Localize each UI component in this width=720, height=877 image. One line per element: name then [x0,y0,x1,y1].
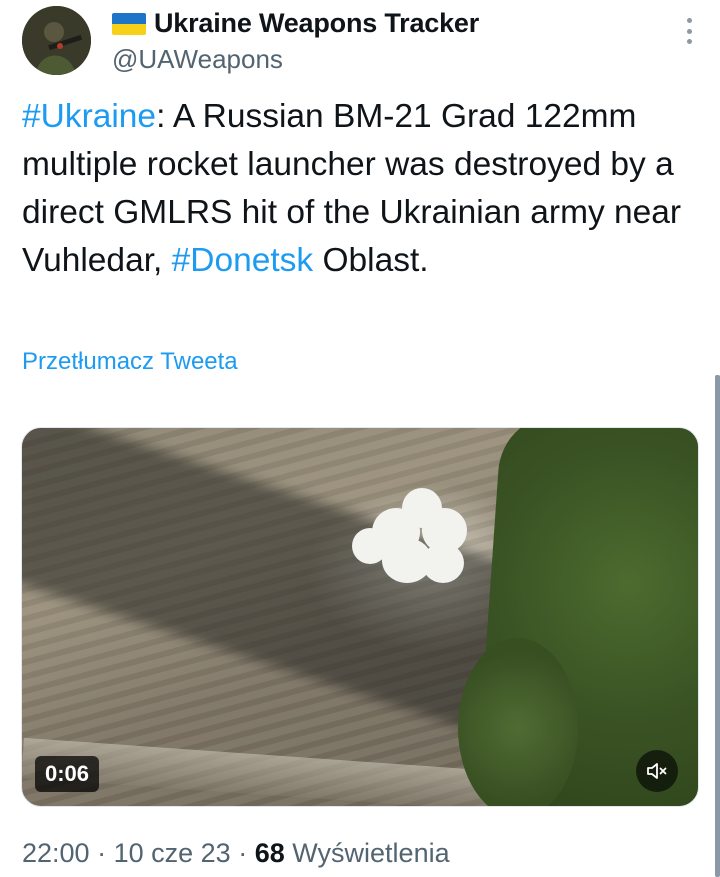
hashtag-donetsk[interactable]: #Donetsk [172,242,314,279]
video-frame-trees [458,638,578,806]
author-handle[interactable]: @UAWeapons [112,44,283,75]
video-duration-badge: 0:06 [35,756,100,792]
meta-separator: · [97,838,107,868]
views-count[interactable]: 68 [255,838,285,868]
explosion-smoke [352,488,472,598]
mute-button[interactable] [636,750,678,792]
tweet-metadata: 22:00 · 10 cze 23 · 68 Wyświetlenia [22,838,450,869]
ukraine-flag-icon [112,12,146,35]
avatar-image [22,6,91,75]
tweet-date[interactable]: 10 cze 23 [114,838,231,868]
views-label[interactable]: Wyświetlenia [292,838,449,868]
author-name-row[interactable]: Ukraine Weapons Tracker [112,8,479,39]
tweet-text-segment: Oblast. [313,242,429,279]
tweet-text: #Ukraine: A Russian BM-21 Grad 122mm mul… [22,93,682,285]
meta-separator: · [238,838,248,868]
author-avatar[interactable] [22,6,91,75]
more-options-icon[interactable] [686,18,692,44]
speaker-muted-icon [647,763,667,779]
scrollbar-thumb[interactable] [715,375,720,877]
hashtag-ukraine[interactable]: #Ukraine [22,98,156,135]
author-display-name[interactable]: Ukraine Weapons Tracker [154,8,479,39]
translate-tweet-link[interactable]: Przetłumacz Tweeta [22,348,238,376]
video-player[interactable]: 0:06 [21,427,699,807]
tweet-time[interactable]: 22:00 [22,838,90,868]
